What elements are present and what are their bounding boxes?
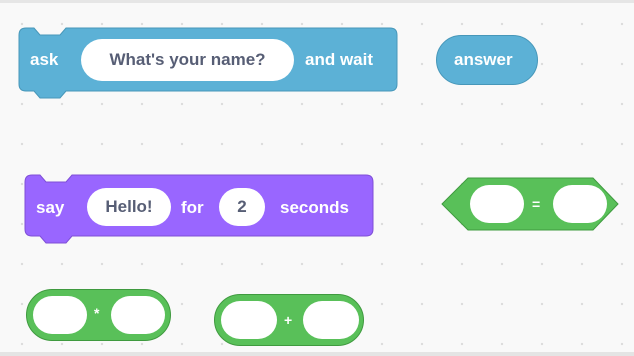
canvas-bottom-edge	[0, 352, 634, 356]
say-message-input[interactable]: Hello!	[87, 188, 171, 226]
say-seconds-input[interactable]: 2	[219, 188, 265, 226]
answer-label: answer	[454, 50, 513, 69]
add-operator-block[interactable]: +	[214, 294, 364, 346]
equals-left-input[interactable]	[470, 185, 524, 223]
equals-operator-symbol: =	[532, 196, 541, 212]
answer-reporter-block[interactable]: answer	[436, 35, 538, 85]
multiply-left-input[interactable]	[33, 296, 87, 334]
equals-right-input[interactable]	[553, 185, 607, 223]
equals-operator-block[interactable]: =	[440, 176, 620, 232]
add-left-input[interactable]	[221, 301, 277, 339]
say-for-seconds-block[interactable]: say Hello! for 2 seconds	[24, 174, 374, 246]
ask-label: ask	[30, 50, 59, 69]
multiply-operator-block[interactable]: *	[26, 289, 171, 341]
add-right-input[interactable]	[303, 301, 359, 339]
say-label: say	[36, 198, 65, 217]
canvas-top-edge	[0, 0, 634, 3]
and-wait-label: and wait	[305, 50, 374, 69]
ask-and-wait-block[interactable]: ask What's your name? and wait	[18, 27, 398, 101]
add-operator-symbol: +	[284, 312, 293, 328]
seconds-label: seconds	[280, 198, 349, 217]
multiply-right-input[interactable]	[111, 296, 165, 334]
ask-question-input[interactable]: What's your name?	[81, 39, 294, 81]
for-label: for	[181, 198, 204, 217]
multiply-operator-symbol: *	[94, 305, 100, 321]
